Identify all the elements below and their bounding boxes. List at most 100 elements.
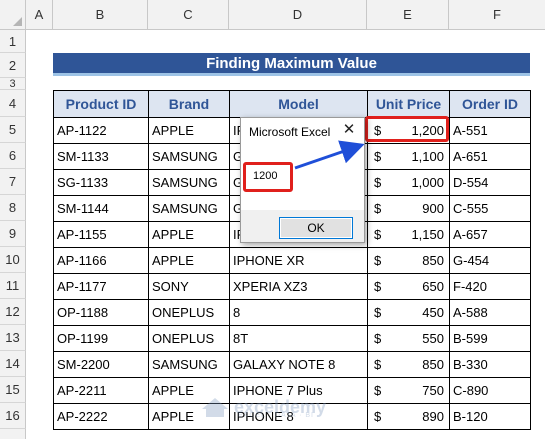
sheet-title[interactable]: Finding Maximum Value (53, 53, 530, 76)
cell-order-id[interactable]: A-551 (449, 117, 531, 144)
watermark-logo: exceldemy EXCEL · DATA · BI (200, 392, 350, 422)
cell-unit-price[interactable]: $850 (367, 247, 450, 274)
table-row: SM-2200 SAMSUNG GALAXY NOTE 8 $850 B-330 (53, 351, 531, 378)
cell-brand[interactable]: ONEPLUS (148, 325, 230, 352)
watermark-tagline: EXCEL · DATA · BI (238, 412, 314, 419)
cell-product-id[interactable]: AP-2211 (53, 377, 149, 404)
close-icon[interactable]: ✕ (342, 122, 356, 138)
column-header-f[interactable]: F (449, 0, 545, 30)
max-price-highlight (365, 116, 449, 142)
column-header-d[interactable]: D (229, 0, 367, 30)
select-all-corner[interactable] (0, 0, 26, 30)
price-amount: 890 (422, 409, 444, 424)
row-header-10[interactable]: 10 (0, 247, 26, 273)
cell-product-id[interactable]: AP-2222 (53, 403, 149, 430)
result-highlight (243, 162, 293, 192)
cell-product-id[interactable]: OP-1199 (53, 325, 149, 352)
cell-model[interactable]: XPERIA XZ3 (229, 273, 368, 300)
cell-unit-price[interactable]: $1,100 (367, 143, 450, 170)
column-header-c[interactable]: C (148, 0, 229, 30)
cell-order-id[interactable]: B-120 (449, 403, 531, 430)
cell-brand[interactable]: APPLE (148, 117, 230, 144)
row-header-8[interactable]: 8 (0, 195, 26, 221)
table-row: AP-1166 APPLE IPHONE XR $850 G-454 (53, 247, 531, 274)
cell-order-id[interactable]: B-330 (449, 351, 531, 378)
cell-product-id[interactable]: SM-1133 (53, 143, 149, 170)
cell-unit-price[interactable]: $900 (367, 195, 450, 222)
row-header-11[interactable]: 11 (0, 273, 26, 299)
cell-brand[interactable]: SONY (148, 273, 230, 300)
cell-brand[interactable]: ONEPLUS (148, 299, 230, 326)
cell-product-id[interactable]: OP-1188 (53, 299, 149, 326)
row-header-17 (0, 429, 26, 439)
header-model[interactable]: Model (229, 90, 368, 118)
currency-symbol: $ (374, 383, 382, 398)
price-amount: 1,100 (411, 149, 444, 164)
cell-unit-price[interactable]: $1,000 (367, 169, 450, 196)
cell-order-id[interactable]: D-554 (449, 169, 531, 196)
cell-brand[interactable]: SAMSUNG (148, 143, 230, 170)
header-unit-price[interactable]: Unit Price (367, 90, 450, 118)
currency-symbol: $ (374, 409, 382, 424)
price-amount: 450 (422, 305, 444, 320)
row-header-2[interactable]: 2 (0, 53, 26, 78)
column-header-b[interactable]: B (53, 0, 148, 30)
header-product-id[interactable]: Product ID (53, 90, 149, 118)
cell-unit-price[interactable]: $650 (367, 273, 450, 300)
cell-product-id[interactable]: AP-1166 (53, 247, 149, 274)
cell-product-id[interactable]: AP-1155 (53, 221, 149, 248)
cell-model[interactable]: 8 (229, 299, 368, 326)
cell-unit-price[interactable]: $550 (367, 325, 450, 352)
row-header-14[interactable]: 14 (0, 351, 26, 377)
cell-model[interactable]: 8T (229, 325, 368, 352)
price-amount: 1,150 (411, 227, 444, 242)
row-header-3[interactable]: 3 (0, 78, 26, 90)
currency-symbol: $ (374, 357, 382, 372)
table-row: OP-1188 ONEPLUS 8 $450 A-588 (53, 299, 531, 326)
price-amount: 900 (422, 201, 444, 216)
cell-product-id[interactable]: SG-1133 (53, 169, 149, 196)
table-row: AP-1177 SONY XPERIA XZ3 $650 F-420 (53, 273, 531, 300)
cell-unit-price[interactable]: $450 (367, 299, 450, 326)
cell-order-id[interactable]: A-657 (449, 221, 531, 248)
cell-order-id[interactable]: A-588 (449, 299, 531, 326)
row-header-12[interactable]: 12 (0, 299, 26, 325)
row-header-13[interactable]: 13 (0, 325, 26, 351)
cell-product-id[interactable]: AP-1177 (53, 273, 149, 300)
cell-model[interactable]: GALAXY NOTE 8 (229, 351, 368, 378)
cell-order-id[interactable]: B-599 (449, 325, 531, 352)
cell-brand[interactable]: SAMSUNG (148, 195, 230, 222)
price-amount: 750 (422, 383, 444, 398)
ok-button[interactable]: OK (279, 217, 353, 239)
row-header-1[interactable]: 1 (0, 30, 26, 53)
column-header-a[interactable]: A (26, 0, 53, 30)
row-header-15[interactable]: 15 (0, 377, 26, 403)
row-header-9[interactable]: 9 (0, 221, 26, 247)
cell-unit-price[interactable]: $1,150 (367, 221, 450, 248)
cell-brand[interactable]: APPLE (148, 221, 230, 248)
cell-brand[interactable]: APPLE (148, 247, 230, 274)
row-header-7[interactable]: 7 (0, 169, 26, 195)
cell-model[interactable]: IPHONE XR (229, 247, 368, 274)
cell-product-id[interactable]: SM-2200 (53, 351, 149, 378)
cell-brand[interactable]: SAMSUNG (148, 169, 230, 196)
cell-order-id[interactable]: C-555 (449, 195, 531, 222)
row-header-4[interactable]: 4 (0, 90, 26, 117)
cell-order-id[interactable]: A-651 (449, 143, 531, 170)
cell-order-id[interactable]: F-420 (449, 273, 531, 300)
row-header-16[interactable]: 16 (0, 403, 26, 429)
spreadsheet: A B C D E F 1 2 3 4 5 6 7 8 9 10 11 12 1… (0, 0, 545, 439)
column-header-e[interactable]: E (367, 0, 449, 30)
cell-product-id[interactable]: SM-1144 (53, 195, 149, 222)
header-order-id[interactable]: Order ID (449, 90, 531, 118)
cell-product-id[interactable]: AP-1122 (53, 117, 149, 144)
cell-order-id[interactable]: C-890 (449, 377, 531, 404)
row-header-6[interactable]: 6 (0, 143, 26, 169)
header-brand[interactable]: Brand (148, 90, 230, 118)
cell-brand[interactable]: SAMSUNG (148, 351, 230, 378)
cell-unit-price[interactable]: $890 (367, 403, 450, 430)
cell-unit-price[interactable]: $750 (367, 377, 450, 404)
cell-order-id[interactable]: G-454 (449, 247, 531, 274)
cell-unit-price[interactable]: $850 (367, 351, 450, 378)
row-header-5[interactable]: 5 (0, 117, 26, 143)
